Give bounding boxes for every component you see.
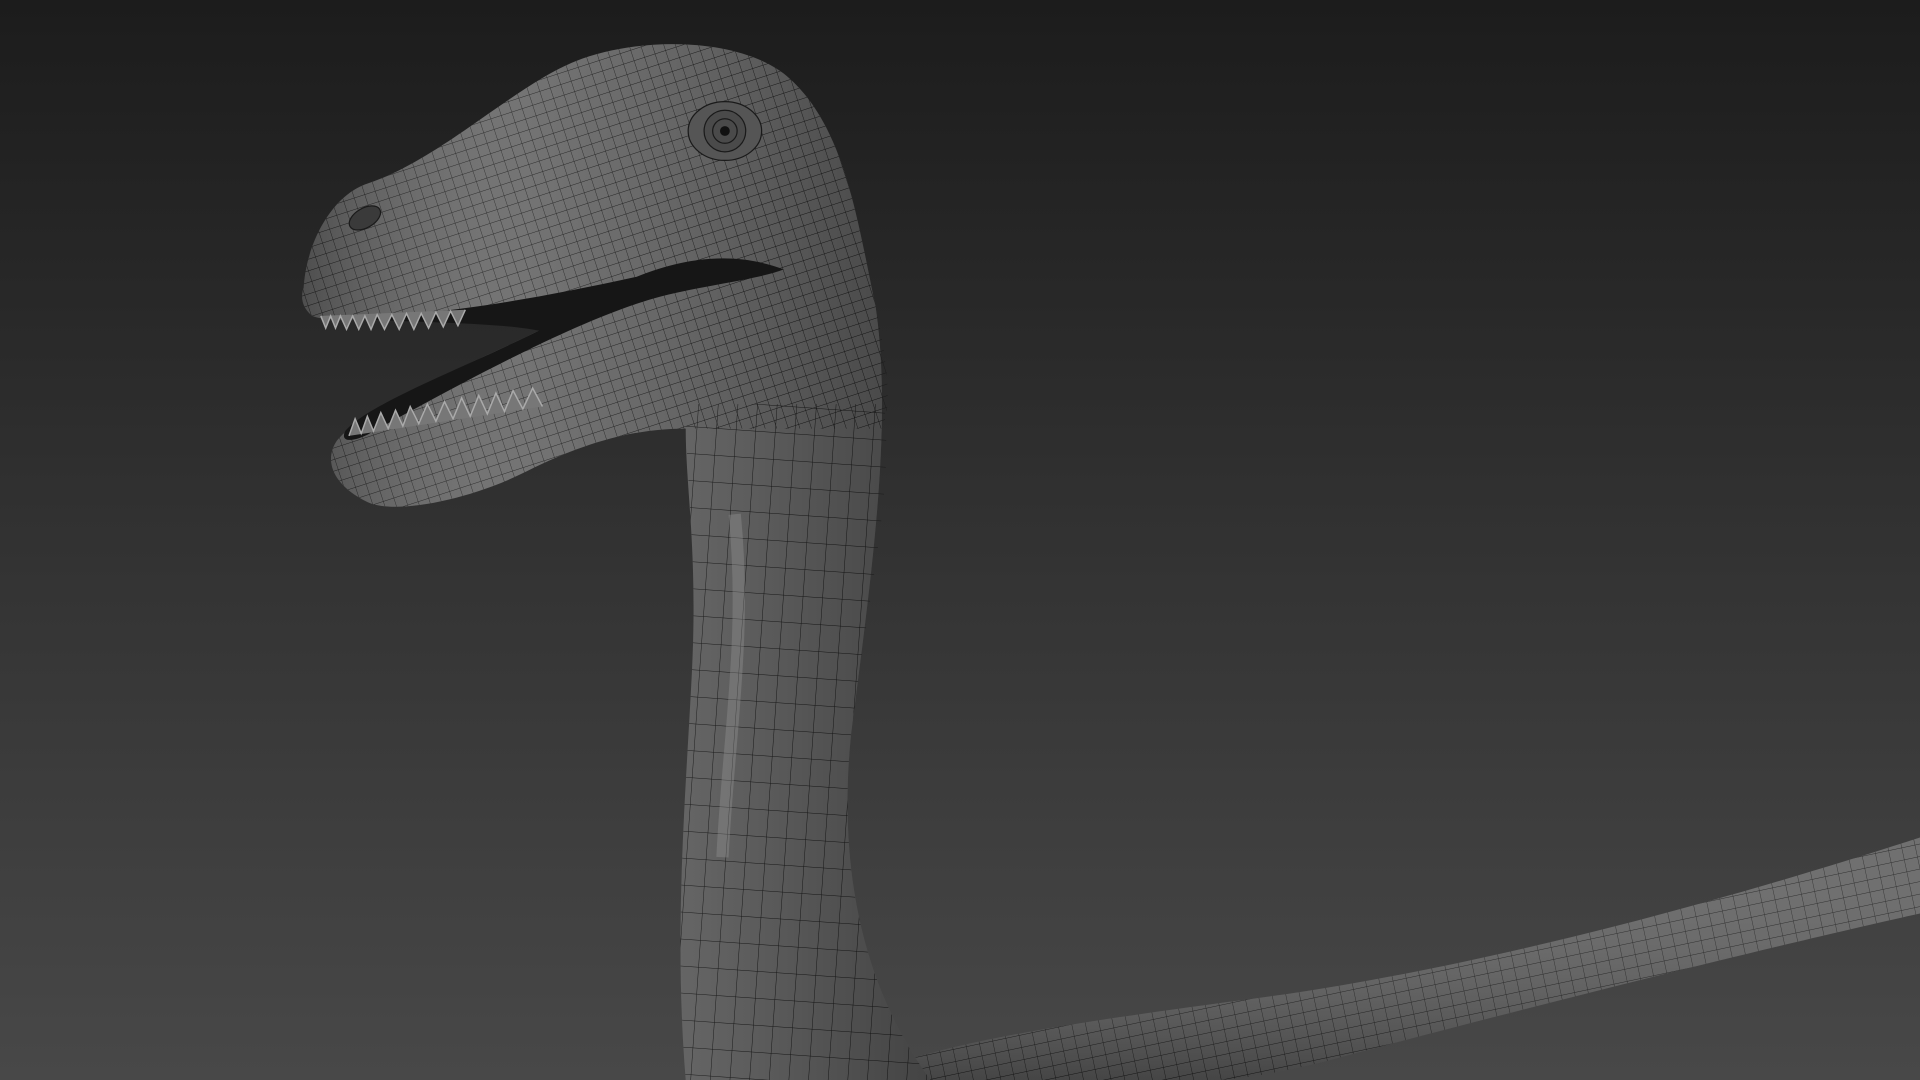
- background-gradient: [0, 0, 1920, 1080]
- render-canvas: [0, 0, 1920, 1080]
- 3d-viewport[interactable]: [0, 0, 1920, 1080]
- eye-icon: [687, 101, 763, 162]
